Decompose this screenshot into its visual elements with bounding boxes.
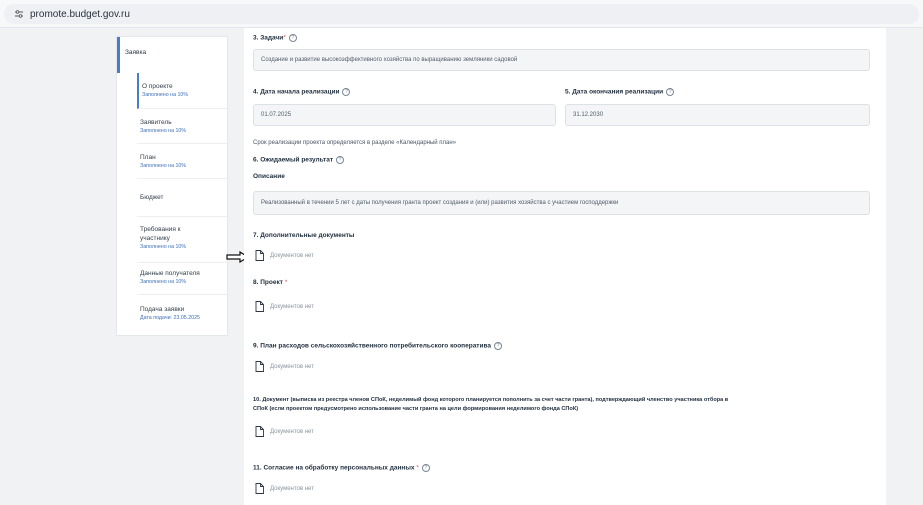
sidebar-item-progress: Заполнено на 10%	[140, 279, 187, 285]
sidebar-item-progress: Заполнено на 10%	[142, 92, 189, 98]
question-circle-icon[interactable]: ?	[421, 464, 430, 472]
sidebar-item-applicant[interactable]: Заявитель Заполнено на 10%	[137, 109, 229, 144]
field-title-document: 10. Документ (выписка из реестра членов …	[253, 397, 729, 403]
result-description-value: Реализованный в течении 5 лет с даты пол…	[261, 200, 619, 206]
sidebar-item-label: Заявитель	[140, 119, 172, 126]
sidebar-item-budget[interactable]: Бюджет	[137, 179, 229, 217]
tasks-field[interactable]: Создание и развитие высокоэффективного х…	[253, 49, 870, 71]
consent-docs-list: Документов нет	[255, 483, 314, 494]
document-docs-list: Документов нет	[255, 426, 314, 437]
question-circle-icon[interactable]: ?	[494, 342, 503, 350]
sidebar-item-progress: Заполнено на 10%	[140, 244, 187, 250]
result-description-field[interactable]: Реализованный в течении 5 лет с даты пол…	[253, 191, 870, 215]
field-title-end-date: 5. Дата окончания реализации?	[565, 88, 675, 96]
document-icon	[255, 301, 264, 312]
field-title-tasks: 3. Задачи*?	[253, 34, 297, 42]
field-title-start-date: 4. Дата начала реализации?	[253, 88, 351, 96]
empty-docs-text: Документов нет	[270, 363, 314, 370]
sidebar-item-label: Данные получателя	[140, 270, 200, 277]
empty-docs-text: Документов нет	[270, 485, 314, 492]
document-icon	[255, 483, 264, 494]
period-note: Срок реализации проекта определяется в р…	[253, 140, 457, 146]
sidebar-item-label: О проекте	[142, 83, 173, 90]
field-title-expense-plan: 9. План расходов сельскохозяйственного п…	[253, 342, 503, 350]
sidebar-group-application[interactable]: Заявка	[117, 37, 229, 73]
sidebar-item-submission-date: Дата подачи: 23.05.2025	[140, 315, 200, 321]
field-title-text: 11. Согласие на обработку персональных д…	[253, 464, 415, 472]
question-circle-icon[interactable]: ?	[666, 88, 675, 96]
question-circle-icon[interactable]: ?	[342, 88, 351, 96]
sidebar-group-label: Заявка	[125, 49, 147, 56]
required-mark: *	[283, 34, 286, 42]
sidebar-item-about-project[interactable]: О проекте Заполнено на 10%	[137, 73, 229, 109]
sidebar-item-progress: Заполнено на 10%	[140, 163, 187, 169]
document-icon	[255, 426, 264, 437]
sidebar-item-progress: Заполнено на 10%	[140, 128, 187, 134]
empty-docs-text: Документов нет	[270, 252, 314, 259]
start-date-value: 01.07.2025	[261, 112, 292, 118]
sidebar-item-recipient-data[interactable]: Данные получателя Заполнено на 10%	[137, 263, 229, 295]
sidebar-item-plan[interactable]: План Заполнено на 10%	[137, 144, 229, 179]
field-title-document-line2: СПоК (если проектом предусмотрено исполь…	[253, 406, 579, 412]
extra-docs-list: Документов нет	[255, 250, 314, 261]
end-date-field[interactable]: 31.12.2030	[565, 104, 870, 126]
sidebar-item-label: Подача заявки	[140, 306, 185, 313]
field-title-text: 4. Дата начала реализации	[253, 88, 340, 96]
url-text[interactable]: promote.budget.gov.ru	[30, 9, 130, 20]
document-icon	[255, 361, 264, 372]
end-date-value: 31.12.2030	[573, 112, 604, 118]
required-mark: *	[284, 279, 288, 286]
field-title-text: 5. Дата окончания реализации	[565, 88, 664, 96]
field-title-consent: 11. Согласие на обработку персональных д…	[253, 464, 430, 472]
sidebar-item-participant-requirements[interactable]: Требования к участнику Заполнено на 10%	[137, 217, 229, 263]
document-icon	[255, 250, 264, 261]
result-subtitle: Описание	[253, 173, 285, 180]
address-bar[interactable]: promote.budget.gov.ru	[4, 4, 919, 24]
form-panel: 3. Задачи*? Создание и развитие высокоэф…	[244, 28, 886, 505]
sidebar-item-label: План	[140, 154, 156, 161]
empty-docs-text: Документов нет	[270, 303, 314, 310]
field-title-text: 6. Ожидаемый результат	[253, 156, 334, 164]
question-circle-icon[interactable]: ?	[336, 156, 345, 164]
tune-icon[interactable]	[14, 9, 24, 19]
start-date-field[interactable]: 01.07.2025	[253, 104, 556, 126]
question-circle-icon[interactable]: ?	[288, 34, 297, 42]
expense-plan-docs-list: Документов нет	[255, 361, 314, 372]
field-title-text: 8. Проект	[253, 279, 283, 286]
project-docs-list: Документов нет	[255, 301, 314, 312]
required-mark: *	[416, 464, 419, 472]
application-sidebar: Заявка О проекте Заполнено на 10% Заявит…	[116, 36, 229, 336]
empty-docs-text: Документов нет	[270, 428, 314, 435]
sidebar-item-label-line2: участнику	[140, 235, 170, 242]
sidebar-item-submission[interactable]: Подача заявки Дата подачи: 23.05.2025	[137, 295, 229, 335]
field-title-text: 9. План расходов сельскохозяйственного п…	[253, 342, 492, 350]
field-title-extra-docs: 7. Дополнительные документы	[253, 232, 355, 239]
field-title-project: 8. Проект *	[253, 279, 287, 286]
field-title-result: 6. Ожидаемый результат?	[253, 156, 345, 164]
browser-toolbar: promote.budget.gov.ru	[0, 0, 923, 28]
sidebar-item-label: Требования к	[140, 226, 181, 233]
sidebar-item-label: Бюджет	[140, 194, 164, 201]
field-title-text: 3. Задачи	[253, 34, 284, 42]
tasks-value: Создание и развитие высокоэффективного х…	[261, 57, 518, 63]
